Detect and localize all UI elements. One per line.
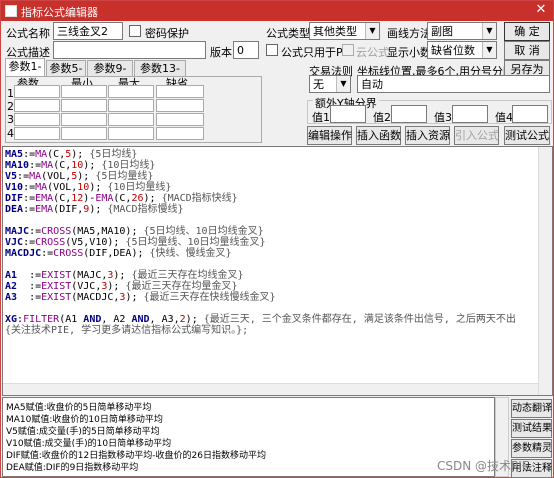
import-formula-button[interactable]: 引入公式 — [454, 126, 499, 145]
version-label: 版本 — [210, 46, 232, 59]
formula-type-value: 其他类型 — [313, 25, 357, 38]
value4-label: 值4 — [495, 111, 513, 124]
trade-rule-select[interactable]: 无 ▼ — [309, 75, 351, 93]
password-checkbox[interactable] — [129, 25, 141, 37]
insert-function-button[interactable]: 插入函数 — [356, 126, 401, 145]
draw-method-select[interactable]: 副图 ▼ — [427, 22, 497, 40]
formula-name-input[interactable]: 三线金叉2 — [53, 22, 123, 40]
dynamic-translate-button[interactable]: 动态翻译 — [511, 399, 552, 418]
param-cell[interactable] — [14, 99, 60, 112]
code-line: MACDJC:=CROSS(DIF,DEA); {快线、慢线金叉} — [5, 248, 232, 259]
value1-label: 值1 — [312, 111, 330, 124]
param-cell[interactable] — [61, 99, 107, 112]
code-line: XG:FILTER(A1 AND, A2 AND, A3,2); {最近三天, … — [5, 314, 516, 325]
close-icon[interactable]: ✕ — [533, 2, 549, 18]
param-cell[interactable] — [14, 85, 60, 98]
value4-input[interactable] — [512, 105, 548, 123]
param-cell[interactable] — [108, 113, 154, 126]
code-editor[interactable]: MA5:=MA(C,5); {5日均线} MA10:=MA(C,10); {10日… — [2, 146, 553, 396]
decimals-value: 缺省位数 — [431, 44, 475, 57]
draw-method-label: 画线方法 — [387, 27, 431, 40]
description-panel: MA5赋值:收盘价的5日简单移动平均 MA10赋值:收盘价的10日简单移动平均 V5… — [2, 397, 495, 477]
param-row-4: 4 — [7, 127, 14, 140]
formula-type-select[interactable]: 其他类型 ▼ — [309, 22, 380, 40]
pc-only-checkbox[interactable] — [266, 44, 278, 56]
app-icon — [5, 5, 17, 17]
param-cell[interactable] — [108, 127, 154, 140]
param-row-3: 3 — [7, 113, 14, 126]
code-line: DEA:=EMA(DIF,9); {MACD指标慢线} — [5, 204, 184, 215]
decimals-label: 显示小数 — [387, 46, 431, 59]
watermark: CSDN @技术PIE — [437, 459, 530, 473]
code-line: V10:=MA(VOL,10); {10日均量线} — [5, 182, 172, 193]
chevron-down-icon: ▼ — [365, 23, 379, 39]
test-result-button[interactable]: 测试结果 — [511, 419, 552, 438]
cancel-button[interactable]: 取 消 — [504, 41, 550, 60]
param-cell[interactable] — [156, 127, 204, 140]
param-cell[interactable] — [14, 113, 60, 126]
title-bar: 指标公式编辑器 ✕ — [1, 1, 553, 21]
chevron-down-icon: ▼ — [482, 23, 496, 39]
formula-desc-input[interactable] — [53, 41, 206, 59]
version-input[interactable]: 0 — [233, 41, 259, 59]
code-line: A3 :=EXIST(MACDJC,3); {最近三天存在快线慢线金叉} — [5, 292, 276, 303]
trade-rule-value: 无 — [313, 78, 324, 91]
decimals-select[interactable]: 缺省位数 ▼ — [427, 41, 497, 59]
value1-input[interactable] — [330, 105, 366, 123]
param-cell[interactable] — [61, 113, 107, 126]
param-wizard-button[interactable]: 参数精灵 — [511, 439, 552, 458]
code-line: V5:=MA(VOL,5); {5日均量线} — [5, 171, 154, 182]
cloud-label: 云公式 — [356, 46, 389, 59]
code-line: A1 :=EXIST(MAJC,3); {最近三天存在均线金叉} — [5, 270, 244, 281]
test-formula-button[interactable]: 测试公式 — [504, 126, 550, 145]
value2-label: 值2 — [373, 111, 391, 124]
horizontal-scrollbar[interactable] — [3, 383, 538, 395]
chevron-down-icon: ▼ — [336, 76, 350, 92]
code-line: MA10:=MA(C,10); {10日均线} — [5, 160, 156, 171]
window-title: 指标公式编辑器 — [21, 6, 98, 19]
edit-ops-button[interactable]: 编辑操作 — [307, 126, 352, 145]
code-line: DIF:=EMA(C,12)-EMA(C,26); {MACD指标快线} — [5, 193, 238, 204]
param-cell[interactable] — [14, 127, 60, 140]
code-line: MAJC:=CROSS(MA5,MA10); {5日均线、10日均线金叉} — [5, 226, 264, 237]
param-cell[interactable] — [156, 99, 204, 112]
param-cell[interactable] — [61, 85, 107, 98]
formula-name-label: 公式名称 — [6, 27, 50, 40]
cloud-checkbox[interactable] — [342, 44, 354, 56]
password-label: 密码保护 — [145, 27, 189, 40]
vertical-scrollbar[interactable] — [538, 147, 552, 395]
param-cell[interactable] — [156, 85, 204, 98]
param-cell[interactable] — [108, 85, 154, 98]
draw-method-value: 副图 — [431, 25, 453, 38]
chevron-down-icon: ▼ — [482, 42, 496, 58]
value3-input[interactable] — [452, 105, 488, 123]
value2-input[interactable] — [391, 105, 427, 123]
formula-type-label: 公式类型 — [266, 27, 310, 40]
code-line: MA5:=MA(C,5); {5日均线} — [5, 149, 138, 160]
ok-button[interactable]: 确 定 — [504, 22, 550, 41]
coord-input[interactable]: 自动 — [357, 75, 550, 93]
param-cell[interactable] — [108, 99, 154, 112]
param-row-1: 1 — [7, 87, 14, 100]
code-line: A2 :=EXIST(VJC,3); {最近三天存在均量金叉} — [5, 281, 238, 292]
param-row-2: 2 — [7, 100, 14, 113]
formula-editor-window: 指标公式编辑器 ✕ 公式名称 三线金叉2 密码保护 公式类型 其他类型 ▼ 画线方… — [0, 0, 554, 478]
param-cell[interactable] — [156, 113, 204, 126]
insert-resource-button[interactable]: 插入资源 — [405, 126, 450, 145]
param-cell[interactable] — [61, 127, 107, 140]
code-line: {关注技术PIE, 学习更多请达信指标公式编写知识。}; — [5, 325, 249, 336]
value3-label: 值3 — [434, 111, 452, 124]
pc-only-label: 公式只用于PC — [281, 46, 351, 59]
code-line: VJC:=CROSS(V5,V10); {5日均量线、10日均量线金叉} — [5, 237, 266, 248]
description-line: DEA赋值:DIF的9日指数移动平均 — [6, 463, 139, 473]
